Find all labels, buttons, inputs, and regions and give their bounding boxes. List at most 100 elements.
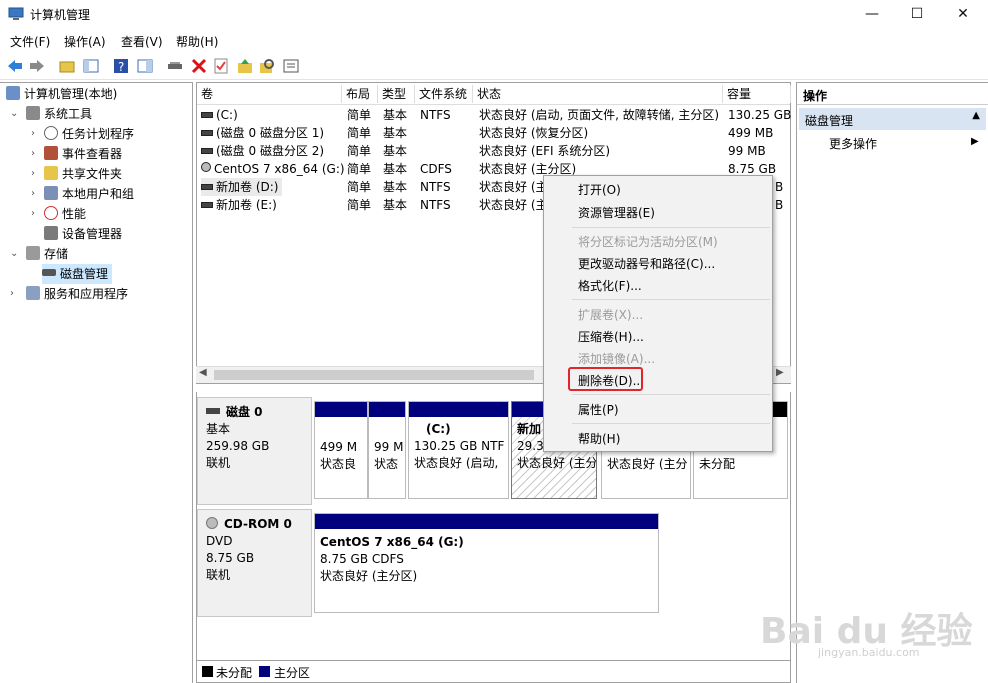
menu-item-shrink-volume[interactable]: 压缩卷(H)...	[578, 328, 644, 345]
chevron-right-icon[interactable]: ›	[31, 128, 35, 139]
performance-icon	[44, 206, 58, 220]
cell-status: 状态良好 (恢复分区)	[479, 126, 589, 140]
tree-item-label: 设备管理器	[62, 227, 123, 241]
chevron-down-icon[interactable]: ⌄	[10, 248, 18, 259]
computer-icon	[6, 86, 20, 100]
close-button[interactable]: ✕	[940, 0, 986, 30]
collapse-icon[interactable]: ▲	[972, 110, 980, 121]
connect-icon[interactable]	[166, 57, 184, 75]
tree-root[interactable]: 计算机管理(本地)	[6, 84, 117, 104]
column-header-type[interactable]: 类型	[378, 85, 415, 103]
menu-help[interactable]: 帮助(H)	[176, 33, 218, 50]
help-icon[interactable]: ?	[112, 57, 130, 75]
column-header-filesystem[interactable]: 文件系统	[415, 85, 473, 103]
legend-swatch-unallocated	[202, 666, 213, 677]
partition-status: 状态良	[320, 457, 357, 471]
cdrom-0-info[interactable]: CD-ROM 0 DVD 8.75 GB 联机	[197, 509, 312, 617]
tree-item-disk-management[interactable]: 磁盘管理	[42, 264, 113, 284]
menu-item-help[interactable]: 帮助(H)	[578, 430, 620, 447]
tree-item-label: 磁盘管理	[60, 267, 109, 281]
menu-item-explorer[interactable]: 资源管理器(E)	[578, 204, 655, 221]
partition-status: 状态良好 (主分区)	[320, 569, 418, 583]
minimize-button[interactable]: —	[849, 0, 895, 30]
cell-capacity: 499 MB	[728, 126, 774, 140]
chevron-right-icon[interactable]: ›	[31, 168, 35, 179]
menu-item-change-drive-letter[interactable]: 更改驱动器号和路径(C)...	[578, 255, 715, 272]
cell-capacity: 99 MB	[728, 144, 766, 158]
menu-item-add-mirror: 添加镜像(A)...	[578, 352, 656, 366]
legend-swatch-primary	[259, 666, 270, 677]
column-header-layout[interactable]: 布局	[342, 85, 378, 103]
upload-icon[interactable]	[236, 57, 254, 75]
chevron-right-icon[interactable]: ›	[31, 148, 35, 159]
chevron-right-icon[interactable]: ›	[10, 288, 14, 299]
scroll-left-icon[interactable]: ◀	[199, 367, 207, 378]
maximize-button[interactable]: ☐	[894, 0, 940, 30]
column-header-volume[interactable]: 卷	[197, 85, 342, 103]
menu-item-properties[interactable]: 属性(P)	[578, 401, 619, 418]
delete-icon[interactable]	[190, 57, 208, 75]
cell-filesystem: NTFS	[420, 108, 451, 122]
back-icon[interactable]	[6, 57, 24, 75]
info-panel-icon[interactable]	[282, 57, 300, 75]
tree-item-system-tools[interactable]: 系统工具	[26, 104, 92, 124]
partition-recovery[interactable]: 499 M 状态良	[314, 401, 368, 499]
tree-item-task-scheduler[interactable]: 任务计划程序	[44, 124, 134, 144]
title-bar: 计算机管理 — ☐ ✕	[0, 0, 988, 30]
menu-file[interactable]: 文件(F)	[10, 33, 50, 50]
tree-item-device-manager[interactable]: 设备管理器	[44, 224, 122, 244]
actions-section-label: 磁盘管理	[805, 114, 854, 128]
disk-name: 磁盘 0	[226, 405, 263, 419]
partition-label: CentOS 7 x86_64 (G:)	[320, 535, 464, 549]
partition-c[interactable]: (C:) 130.25 GB NTF 状态良好 (启动,	[408, 401, 509, 499]
tree-item-shared-folders[interactable]: 共享文件夹	[44, 164, 122, 184]
menu-bar: 文件(F) 操作(A) 查看(V) 帮助(H)	[0, 30, 988, 52]
disk-size: 259.98 GB	[206, 439, 270, 453]
checklist-icon[interactable]	[212, 57, 230, 75]
chevron-right-icon[interactable]: ›	[31, 208, 35, 219]
partition-status: 状态良好 (主分	[607, 457, 688, 471]
menu-item-open[interactable]: 打开(O)	[578, 181, 621, 198]
cell-volume: 新加卷 (E:)	[216, 198, 277, 212]
tree-root-label: 计算机管理(本地)	[24, 87, 118, 101]
show-hide-tree-icon[interactable]	[82, 57, 100, 75]
legend-label-primary: 主分区	[274, 666, 311, 680]
drive-icon	[201, 202, 213, 208]
up-folder-icon[interactable]	[58, 57, 76, 75]
partition-efi[interactable]: 99 M 状态	[368, 401, 406, 499]
scroll-thumb[interactable]	[214, 370, 534, 380]
menu-view[interactable]: 查看(V)	[121, 33, 163, 50]
partition-status: 状态	[374, 457, 399, 471]
forward-icon[interactable]	[28, 57, 46, 75]
disk-type: DVD	[206, 534, 233, 548]
partition-status: 未分配	[699, 457, 736, 471]
tree-item-performance[interactable]: 性能	[44, 204, 86, 224]
tree-item-storage[interactable]: 存储	[26, 244, 68, 264]
actions-section-disk-management[interactable]: 磁盘管理 ▲	[799, 108, 986, 130]
tree-item-services-apps[interactable]: 服务和应用程序	[26, 284, 128, 304]
chevron-down-icon[interactable]: ⌄	[10, 108, 18, 119]
tree-item-event-viewer[interactable]: 事件查看器	[44, 144, 122, 164]
properties-view-icon[interactable]	[136, 57, 154, 75]
chevron-right-icon[interactable]: ›	[31, 188, 35, 199]
disk-name: CD-ROM 0	[224, 517, 292, 531]
search-icon[interactable]	[258, 57, 276, 75]
partition-g[interactable]: CentOS 7 x86_64 (G:) 8.75 GB CDFS 状态良好 (主分…	[314, 513, 659, 613]
scroll-right-icon[interactable]: ▶	[776, 367, 784, 378]
window-title: 计算机管理	[30, 8, 91, 22]
cd-drive-icon	[201, 162, 211, 172]
partition-size: 499 M	[320, 440, 358, 454]
menu-action[interactable]: 操作(A)	[64, 33, 106, 50]
cell-volume: (C:)	[216, 108, 238, 122]
more-actions-link[interactable]: 更多操作	[829, 135, 877, 152]
storage-icon	[26, 246, 40, 260]
cd-drive-icon	[206, 517, 218, 529]
disk-0-info[interactable]: 磁盘 0 基本 259.98 GB 联机	[197, 397, 312, 505]
menu-item-format[interactable]: 格式化(F)...	[578, 277, 642, 294]
column-header-status[interactable]: 状态	[473, 85, 723, 103]
device-manager-icon	[44, 226, 58, 240]
disk-icon	[206, 408, 220, 414]
column-header-capacity[interactable]: 容量	[723, 85, 791, 103]
cell-status: 状态良好 (主	[479, 198, 548, 212]
tree-item-local-users[interactable]: 本地用户和组	[44, 184, 134, 204]
